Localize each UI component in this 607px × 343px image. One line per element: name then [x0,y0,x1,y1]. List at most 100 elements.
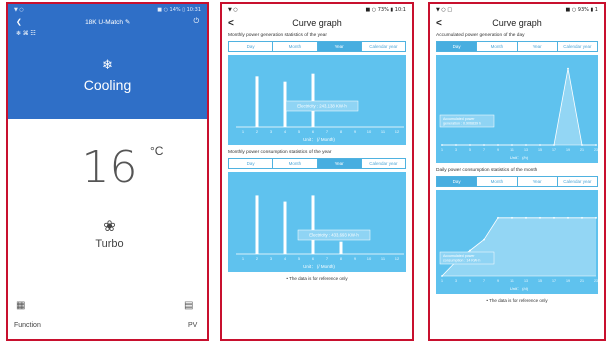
status-left: ▼ ○ □ [436,7,453,13]
status-right: ■ ○ 14% ▯ 10:31 [157,7,201,13]
unit-label: Unit： (/ Month) [303,137,335,142]
x-tick-label: 4 [284,256,287,261]
pencil-icon[interactable]: ✎ [125,19,130,26]
curve-graph-year-screen: ▼ ○ ■ ○ 73% ▮ 10:1 < Curve graph Monthly… [220,2,414,341]
tab-calendar-year[interactable]: Calendar year [558,42,597,51]
status-bar: ▼ ○ ■ ○ 73% ▮ 10:1 [222,4,412,16]
x-tick-label: 15 [538,148,542,152]
back-icon[interactable]: < [228,18,234,29]
x-tick-label: 3 [270,256,273,261]
x-tick-label: 6 [312,256,315,261]
tab-month[interactable]: Month [477,42,518,51]
x-tick-label: 23 [594,148,598,152]
section-title-consumption: Daily power consumption statistics of th… [436,168,538,173]
period-tabs-2: Day Month Year Calendar year [436,176,598,187]
tab-calendar-year[interactable]: Calendar year [362,42,405,51]
bar [311,195,315,254]
reference-note: • The data is for reference only [286,276,348,281]
x-tick-label: 5 [469,279,471,283]
page-title: Curve graph [292,18,342,28]
x-tick-label: 5 [469,148,471,152]
tab-month[interactable]: Month [477,177,518,186]
x-tick-label: 19 [566,279,570,283]
data-point [567,216,569,219]
x-tick-label: 19 [566,148,570,152]
x-tick-label: 3 [270,129,273,134]
x-tick-label: 10 [367,256,372,261]
x-tick-label: 7 [483,148,485,152]
snowflake-icon: ❄ [102,57,113,72]
section-title-generation: Monthly power generation statistics of t… [228,33,327,38]
x-tick-label: 13 [524,148,528,152]
x-tick-label: 15 [538,279,542,283]
data-point [525,216,527,219]
mode-label[interactable]: Cooling [8,77,207,93]
period-tabs: Day Month Year Calendar year [228,41,406,52]
month-consumption-chart-svg: 1 3 5 7 9 11 13 15 17 19 21 23Unit： (/d)Accumulated… [439,216,598,291]
bar [255,195,259,254]
tab-year[interactable]: Year [317,42,362,51]
consumption-chart: 1 2 3 4 5 6 7 8 9 10 11 12 Unit： (/ Month) Electricit… [228,172,406,272]
x-tick-label: 9 [354,129,357,134]
pv-label[interactable]: PV [188,322,197,329]
area-fill [442,68,596,145]
unit-label: Unit： (/h) [510,155,529,160]
x-tick-label: 21 [580,279,584,283]
x-tick-label: 9 [497,279,499,283]
data-point [553,216,555,219]
tab-year[interactable]: Year [518,42,558,51]
electricity-label: Electricity : 243,138 KW·h [297,104,347,109]
power-icon[interactable]: ⏻ [193,18,199,26]
function-icon[interactable]: ▦ [16,300,25,311]
x-tick-label: 8 [340,256,343,261]
tab-month[interactable]: Month [273,42,318,51]
month-consumption-chart: 1 3 5 7 9 11 13 15 17 19 21 23 Unit： (/d) Accumulated… [436,190,598,294]
temperature-value: 16 [81,142,138,193]
x-tick-label: 23 [594,279,598,283]
x-tick-label: 7 [326,256,329,261]
device-title: 18K U-Match [85,19,123,26]
page-header: < Curve graph [430,16,604,30]
fan-speed-label[interactable]: Turbo [8,238,207,250]
x-tick-label: 7 [326,129,329,134]
status-left: ▼ ○ [228,7,238,13]
tab-calendar-year[interactable]: Calendar year [362,159,405,168]
temperature-unit: °C [150,144,164,158]
x-tick-label: 5 [298,129,301,134]
tab-year[interactable]: Year [317,159,362,168]
back-icon[interactable]: < [436,18,442,29]
x-tick-label: 9 [354,256,357,261]
x-tick-label: 12 [395,129,400,134]
mini-status-icons: ❄ ⌘ ☷ [16,31,36,37]
tab-calendar-year[interactable]: Calendar year [558,177,597,186]
data-point [511,216,513,219]
tab-month[interactable]: Month [273,159,318,168]
tab-day[interactable]: Day [437,42,478,51]
x-tick-label: 8 [340,129,343,134]
back-icon[interactable]: ❮ [16,18,22,26]
electricity-label: Electricity : 433,693 KW·h [309,233,359,238]
x-tick-label: 1 [242,256,245,261]
tab-year[interactable]: Year [518,177,558,186]
pv-icon[interactable]: ▤ [184,300,193,311]
fan-icon[interactable]: ❀ [8,217,207,235]
data-point [469,249,471,252]
tab-day[interactable]: Day [229,42,274,51]
section-title-consumption: Monthly power consumption statistics of … [228,150,332,155]
curve-graph-day-screen: ▼ ○ □ ■ ○ 93% ▮ 1 < Curve graph Accumula… [428,2,606,341]
data-point [539,216,541,219]
tab-day[interactable]: Day [437,177,478,186]
generation-chart-svg: 1 2 3 4 5 6 7 8 9 10 11 12Unit： (/ Month)Electricit… [236,73,404,142]
x-tick-label: 1 [441,279,443,283]
generation-chart: 1 2 3 4 5 6 7 8 9 10 11 12 Unit： (/ Month) Electricit… [228,55,406,145]
x-tick-label: 17 [552,148,556,152]
x-tick-label: 17 [552,279,556,283]
page-header: < Curve graph [222,16,412,30]
area-fill [442,217,596,276]
function-label[interactable]: Function [14,322,41,329]
reference-note: • The data is for reference only [486,298,548,303]
x-tick-label: 12 [395,256,400,261]
tab-day[interactable]: Day [229,159,274,168]
data-point [581,216,583,219]
x-tick-label: 3 [455,279,457,283]
